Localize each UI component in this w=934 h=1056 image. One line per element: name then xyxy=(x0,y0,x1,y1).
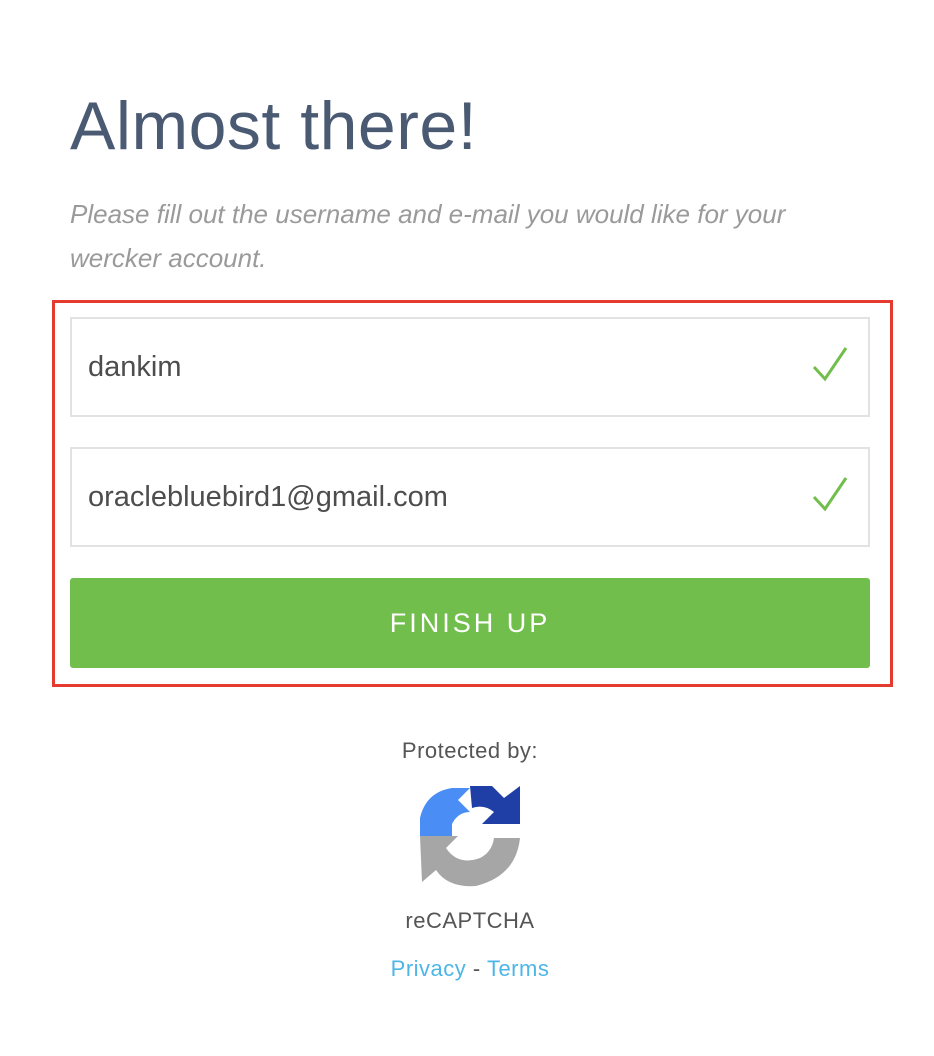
privacy-link[interactable]: Privacy xyxy=(391,956,467,981)
email-input[interactable] xyxy=(88,449,788,545)
signup-page: Almost there! Please fill out the userna… xyxy=(0,0,934,1056)
page-subtitle: Please fill out the username and e-mail … xyxy=(70,199,786,273)
recaptcha-logo-icon xyxy=(420,786,520,887)
finish-up-button[interactable]: FINISH UP xyxy=(70,578,870,668)
checkmark-icon xyxy=(812,347,848,382)
username-input[interactable] xyxy=(88,319,788,415)
recaptcha-label: reCAPTCHA xyxy=(405,908,535,933)
footer-links: Privacy - Terms xyxy=(0,956,934,982)
terms-link[interactable]: Terms xyxy=(487,956,549,981)
checkmark-icon xyxy=(812,477,848,512)
email-field[interactable] xyxy=(70,447,870,547)
page-title: Almost there! xyxy=(70,88,478,164)
protected-by-label: Protected by: xyxy=(401,738,539,763)
username-field[interactable] xyxy=(70,317,870,417)
link-separator: - xyxy=(466,956,487,981)
